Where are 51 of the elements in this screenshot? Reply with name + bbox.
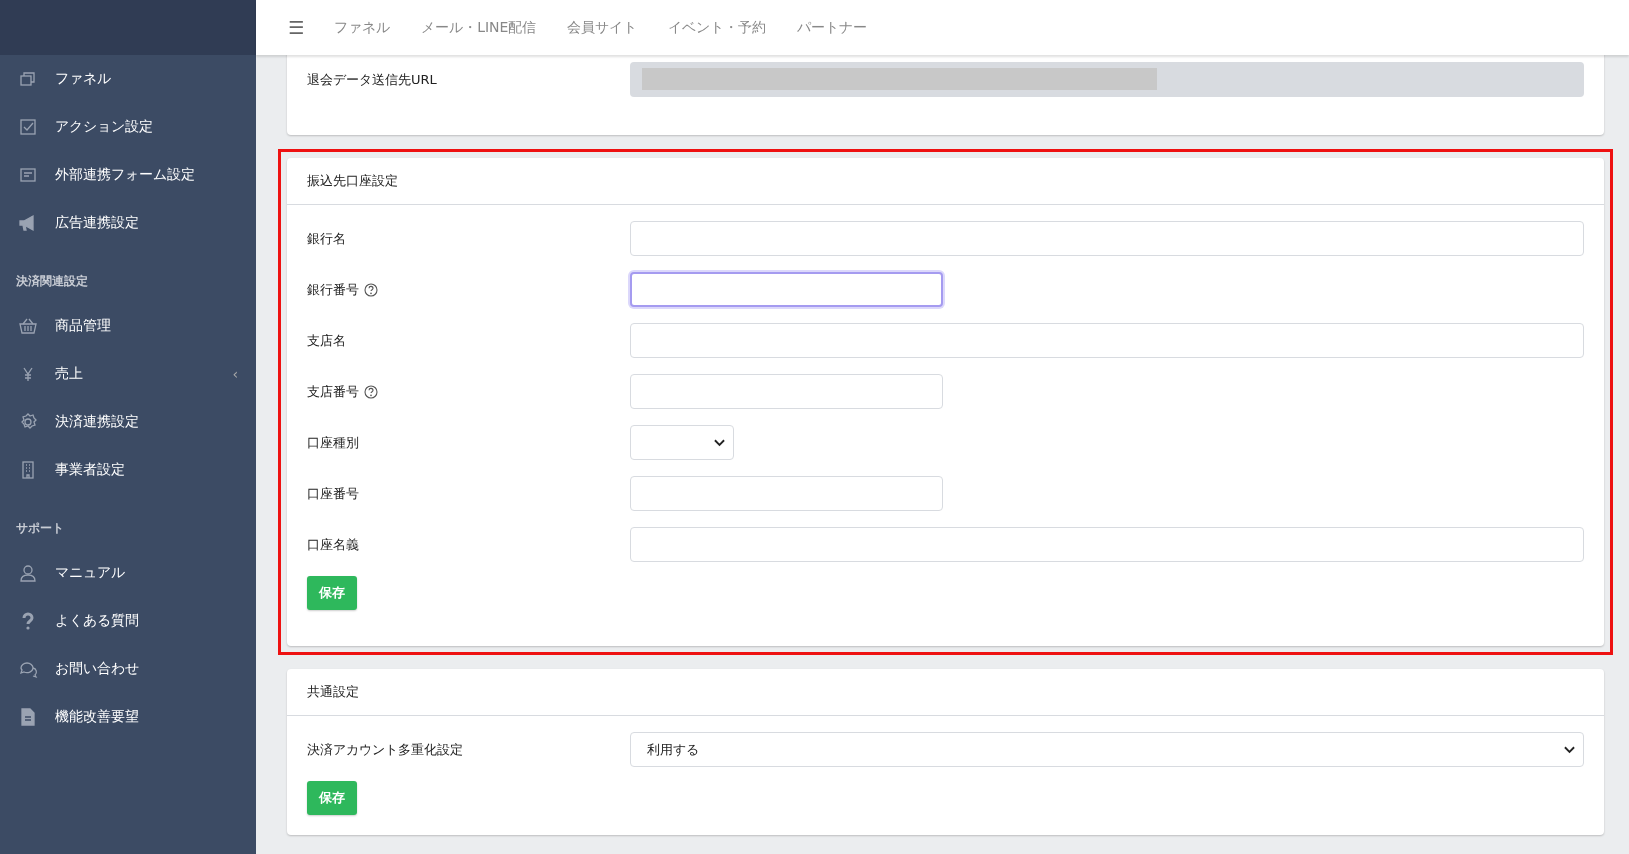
input-field[interactable] [630,272,943,307]
nav-link[interactable]: パートナー [797,18,868,37]
field-label: 決済アカウント多重化設定 [307,740,463,759]
field-label: 銀行番号 [307,280,359,299]
document-icon [18,707,38,727]
input-field[interactable] [630,221,1584,256]
sidebar-item[interactable]: お問い合わせ [0,645,256,693]
section-heading: 決済関連設定 [15,273,89,290]
basket-icon [18,316,38,336]
person-icon [18,563,38,583]
form-icon [18,165,38,185]
nav-link[interactable]: 会員サイト [567,18,638,37]
input-field[interactable] [630,527,1584,562]
chat-icon [18,659,38,679]
menu-icon[interactable]: ☰ [288,17,305,38]
sidebar-item[interactable]: 事業者設定 [0,446,256,494]
field-label: 支店名 [307,331,346,350]
windows-icon [18,69,38,89]
nav-link[interactable]: イベント・予約 [668,18,767,37]
input-field[interactable] [630,323,1584,358]
sidebar-item[interactable]: 売上 ‹ [0,350,256,398]
field-label: 口座種別 [307,433,359,452]
input-field[interactable] [630,62,1584,97]
field-label: 口座番号 [307,484,359,503]
help-icon[interactable] [364,282,378,297]
field-label: 退会データ送信先URL [307,70,437,89]
card-title: 振込先口座設定 [287,158,1604,205]
help-icon[interactable] [364,384,378,399]
field-label: 口座名義 [307,535,359,554]
sidebar-item[interactable]: 広告連携設定 [0,199,256,247]
input-field[interactable] [630,476,943,511]
select-field[interactable] [630,425,734,460]
sidebar-item[interactable]: よくある質問 [0,597,256,645]
sidebar-item[interactable]: 決済連携設定 [0,398,256,446]
sidebar-item[interactable]: ファネル [0,55,256,103]
nav-link[interactable]: メール・LINE配信 [421,18,537,37]
sidebar-item[interactable]: アクション設定 [0,103,256,151]
sidebar-item[interactable]: マニュアル [0,549,256,597]
card-title: 共通設定 [287,669,1604,716]
sidebar-item[interactable]: 外部連携フォーム設定 [0,151,256,199]
sidebar-item[interactable]: 商品管理 [0,302,256,350]
chevron-down-icon [1564,745,1575,754]
chevron-down-icon [714,438,725,447]
sidebar-item[interactable]: 機能改善要望 [0,693,256,741]
section-heading: サポート [15,520,65,537]
field-label: 支店番号 [307,382,359,401]
field-label: 銀行名 [307,229,346,248]
checkbox-icon [18,117,38,137]
nav-link[interactable]: ファネル [334,18,391,37]
input-field[interactable] [630,374,943,409]
select-field[interactable]: 利用する [630,732,1584,767]
